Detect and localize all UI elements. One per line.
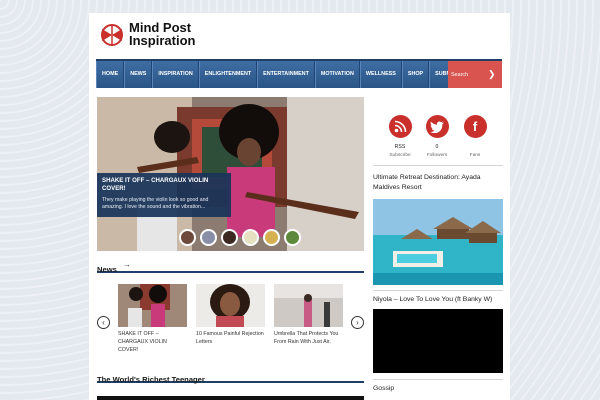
sidebar-divider [373, 165, 503, 166]
news-card[interactable]: SHAKE IT OFF – CHARGAUX VIOLIN COVER! [118, 284, 187, 354]
page-container: Mind Post Inspiration HOME NEWS INSPIRATIO… [89, 13, 510, 400]
video-embed[interactable] [373, 309, 503, 373]
sidebar-divider [373, 379, 503, 380]
site-logo[interactable]: Mind Post Inspiration [99, 21, 219, 51]
slider-thumb[interactable] [221, 229, 238, 246]
nav-item-enlightenment[interactable]: ENLIGHTENMENT [198, 61, 258, 88]
news-card-image [118, 284, 187, 327]
facebook-icon[interactable]: f [463, 115, 487, 138]
news-card-image [196, 284, 265, 327]
logo-line-2: Inspiration [129, 33, 196, 48]
news-card-title[interactable]: Umbrella That Protects You From Rain Wit… [274, 330, 343, 346]
slider-thumb[interactable] [200, 229, 217, 246]
news-section-header: News → [97, 259, 364, 274]
sidebar-divider [373, 290, 503, 291]
nav-item-news[interactable]: NEWS [124, 61, 153, 88]
carousel-next-button[interactable]: › [351, 316, 364, 329]
slide-excerpt: They make playing the violin look so goo… [102, 197, 209, 210]
news-card[interactable]: Umbrella That Protects You From Rain Wit… [274, 284, 343, 346]
social-facebook-sub: Fans [469, 153, 481, 158]
search-submit-icon[interactable]: ❯ [488, 69, 498, 79]
slider-thumb[interactable] [263, 229, 280, 246]
twitter-icon[interactable] [425, 115, 449, 138]
logo-text: Mind Post Inspiration [129, 21, 195, 47]
search-input[interactable] [451, 69, 489, 80]
social-twitter-sub: Followers [426, 153, 448, 158]
carousel-prev-button[interactable]: ‹ [97, 316, 110, 329]
social-twitter-count: 0 [435, 144, 439, 150]
sidebar-post-title[interactable]: Gossip [373, 384, 503, 394]
rss-icon[interactable] [388, 115, 412, 138]
nav-search-box: ❯ [448, 61, 502, 88]
richest-heading[interactable]: The World's Richest Teenager [97, 375, 205, 384]
slide-title[interactable]: SHAKE IT OFF – CHARGAUX VIOLIN COVER! [102, 177, 226, 193]
slider-thumb[interactable] [284, 229, 301, 246]
nav-item-motivation[interactable]: MOTIVATION [314, 61, 360, 88]
richest-video-preview[interactable] [97, 396, 364, 400]
nav-item-home[interactable]: HOME [96, 61, 125, 88]
social-facebook[interactable]: f Fans [455, 115, 495, 158]
sidebar-post-title[interactable]: Niyola – Love To Love You (ft Banky W) [373, 295, 503, 305]
news-heading[interactable]: News [97, 265, 117, 274]
social-twitter[interactable]: 0 Followers [417, 115, 457, 158]
nav-menu: HOME NEWS INSPIRATION ENLIGHTENMENT ENTERTAI… [96, 61, 498, 88]
news-card[interactable]: 10 Famous Painful Rejection Letters [196, 284, 265, 346]
logo-mark-icon [101, 24, 123, 46]
nav-item-shop[interactable]: SHOP [401, 61, 430, 88]
sidebar-post-title[interactable]: Ultimate Retreat Destination: Ayada Mald… [373, 173, 503, 193]
slider-thumbnails [179, 229, 301, 246]
slider-thumb[interactable] [242, 229, 259, 246]
news-card-title[interactable]: 10 Famous Painful Rejection Letters [196, 330, 265, 346]
social-facebook-count [455, 144, 495, 150]
nav-item-entertainment[interactable]: ENTERTAINMENT [257, 61, 315, 88]
resort-image[interactable] [373, 199, 503, 285]
social-rss-label: RSS [394, 144, 406, 150]
featured-slider[interactable]: SHAKE IT OFF – CHARGAUX VIOLIN COVER! Th… [97, 97, 364, 251]
nav-item-inspiration[interactable]: INSPIRATION [152, 61, 199, 88]
arrow-right-icon[interactable]: → [123, 259, 131, 271]
social-rss[interactable]: RSS Subscribe [380, 115, 420, 158]
news-card-title[interactable]: SHAKE IT OFF – CHARGAUX VIOLIN COVER! [118, 330, 187, 354]
nav-item-wellness[interactable]: WELLNESS [359, 61, 402, 88]
main-nav: HOME NEWS INSPIRATION ENLIGHTENMENT ENTERTAI… [96, 59, 502, 88]
social-rss-sub: Subscribe [389, 153, 411, 158]
news-card-image [274, 284, 343, 327]
slider-thumb[interactable] [179, 229, 196, 246]
slide-caption[interactable]: SHAKE IT OFF – CHARGAUX VIOLIN COVER! Th… [97, 173, 231, 217]
richest-section-header: The World's Richest Teenager [97, 369, 364, 384]
